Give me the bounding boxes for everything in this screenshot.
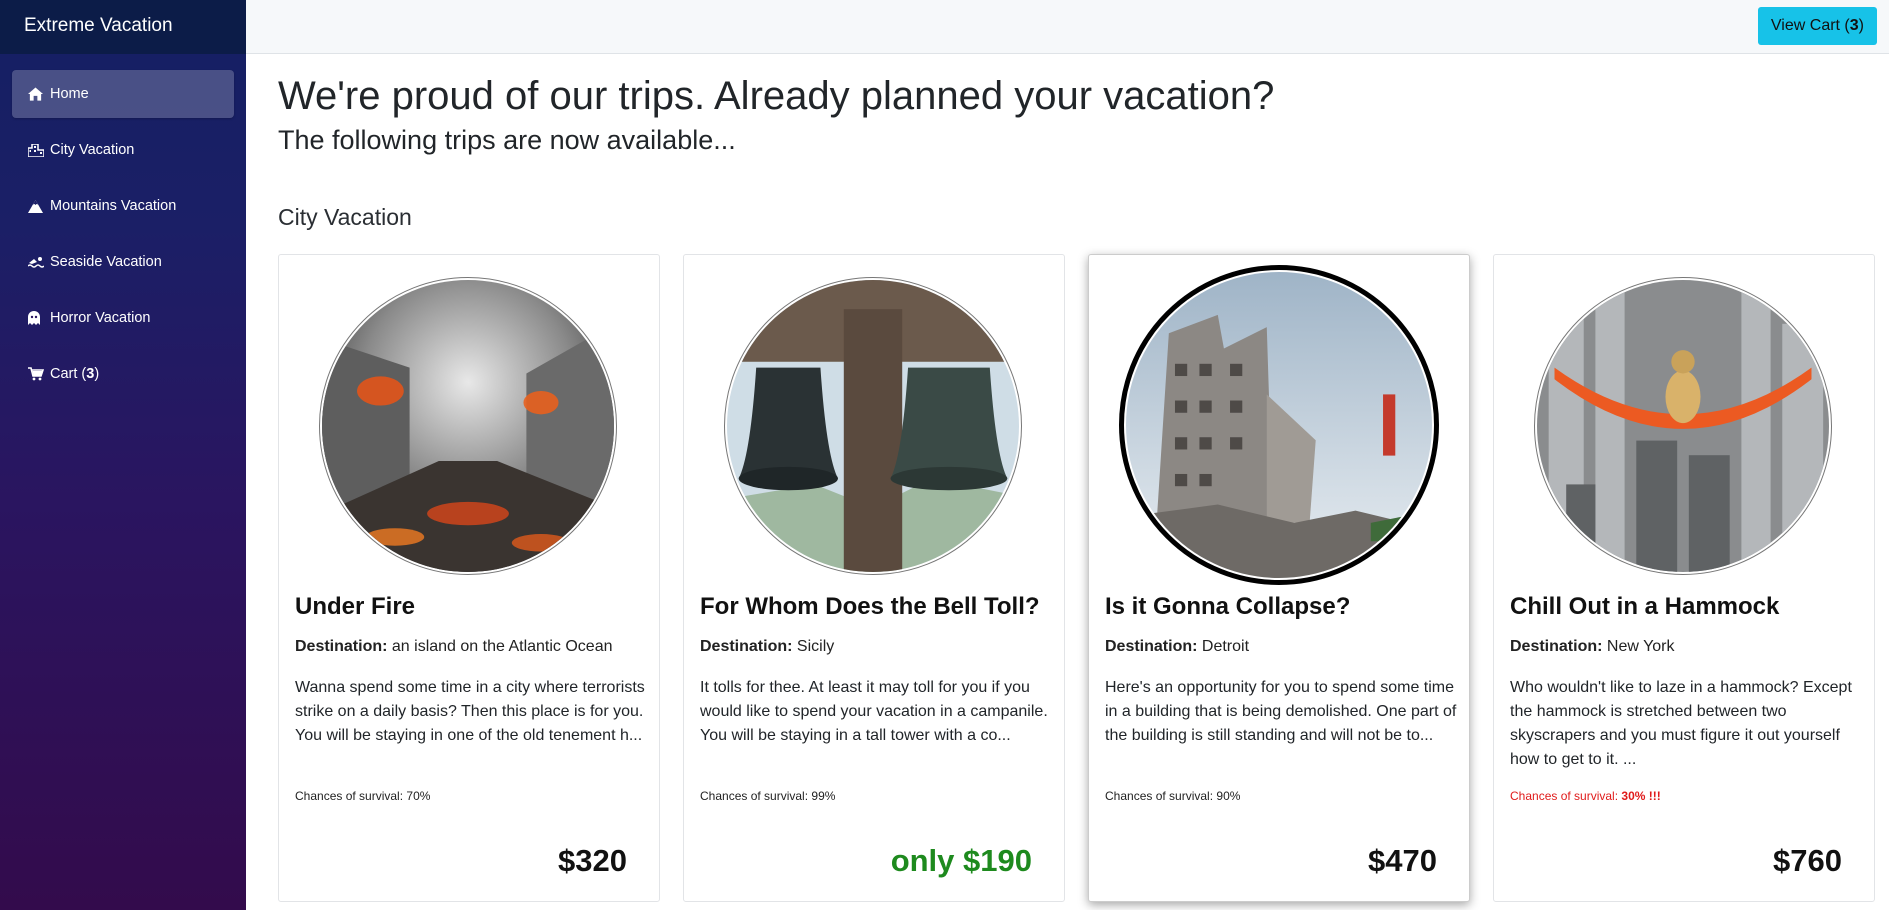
trip-destination: Destination: Detroit [1105, 638, 1250, 655]
home-icon [28, 87, 46, 101]
cart-icon [28, 367, 46, 381]
sidebar-item-label: Mountains Vacation [50, 198, 177, 214]
city-icon [28, 143, 46, 157]
trip-description: Who wouldn't like to laze in a hammock? … [1510, 679, 1852, 768]
trip-survival: Chances of survival: 90% [1105, 789, 1241, 803]
trip-destination: Destination: New York [1510, 638, 1675, 655]
trip-description: Here's an opportunity for you to spend s… [1105, 679, 1457, 744]
trip-description: Wanna spend some time in a city where te… [295, 679, 645, 744]
trip-photo[interactable] [1534, 277, 1832, 575]
trip-card[interactable]: For Whom Does the Bell Toll? Destination… [683, 254, 1065, 902]
mountain-icon [28, 199, 46, 213]
trip-description: It tolls for thee. At least it may toll … [700, 679, 1048, 744]
trip-price: only $190 [890, 843, 1032, 878]
trip-survival: Chances of survival: 99% [700, 789, 836, 803]
sidebar-item-horror-vacation[interactable]: Horror Vacation [12, 294, 234, 342]
section-title: City Vacation [278, 204, 412, 231]
view-cart-label: View Cart [1770, 17, 1840, 34]
trip-destination: Destination: Sicily [700, 638, 835, 655]
sidebar-item-label: Horror Vacation [50, 310, 151, 326]
trip-survival: Chances of survival: 30% !!! [1510, 789, 1661, 803]
trip-card[interactable]: Chill Out in a Hammock Destination: New … [1493, 254, 1875, 902]
sidebar-nav: Home City Vacation Mountains Vacation Se… [0, 54, 246, 398]
view-cart-button[interactable]: View Cart (3) [1757, 7, 1877, 45]
brand-title[interactable]: Extreme Vacation [0, 0, 246, 54]
sidebar-item-home[interactable]: Home [12, 70, 234, 118]
top-bar: View Cart (3) [246, 0, 1889, 54]
swimmer-icon [28, 255, 46, 269]
trip-card[interactable]: Under Fire Destination: an island on the… [278, 254, 660, 902]
sidebar-item-cart[interactable]: Cart (3) [12, 350, 234, 398]
trip-destination: Destination: an island on the Atlantic O… [295, 638, 613, 655]
trip-survival: Chances of survival: 70% [295, 789, 431, 803]
sidebar-item-label: Seaside Vacation [50, 254, 162, 270]
trip-card[interactable]: Is it Gonna Collapse? Destination: Detro… [1088, 254, 1470, 902]
trip-photo[interactable] [724, 277, 1022, 575]
trip-photo[interactable] [319, 277, 617, 575]
sidebar-item-label: Cart [50, 366, 78, 382]
sidebar-cart-count: (3) [77, 366, 100, 382]
page-subtitle: The following trips are now available... [278, 125, 736, 155]
sidebar-item-label: Home [50, 86, 89, 102]
sidebar-item-label: City Vacation [50, 142, 135, 158]
sidebar-item-mountains-vacation[interactable]: Mountains Vacation [12, 182, 234, 230]
sidebar: Extreme Vacation Home City Vacation Moun… [0, 0, 246, 910]
sidebar-item-city-vacation[interactable]: City Vacation [12, 126, 234, 174]
trip-title[interactable]: Is it Gonna Collapse? [1105, 593, 1350, 621]
main-content: We're proud of our trips. Already planne… [278, 54, 1878, 902]
trip-price: $320 [558, 843, 627, 878]
view-cart-count: 3 [1849, 17, 1859, 34]
sidebar-item-seaside-vacation[interactable]: Seaside Vacation [12, 238, 234, 286]
trip-title[interactable]: Under Fire [295, 593, 415, 621]
page-title: We're proud of our trips. Already planne… [278, 74, 1275, 118]
ghost-icon [28, 311, 46, 325]
trip-price: $760 [1773, 843, 1842, 878]
trip-price: $470 [1368, 843, 1437, 878]
trip-card-list: Under Fire Destination: an island on the… [278, 254, 1878, 904]
trip-title[interactable]: Chill Out in a Hammock [1510, 593, 1779, 621]
trip-photo[interactable] [1119, 265, 1439, 585]
trip-title[interactable]: For Whom Does the Bell Toll? [700, 593, 1040, 621]
